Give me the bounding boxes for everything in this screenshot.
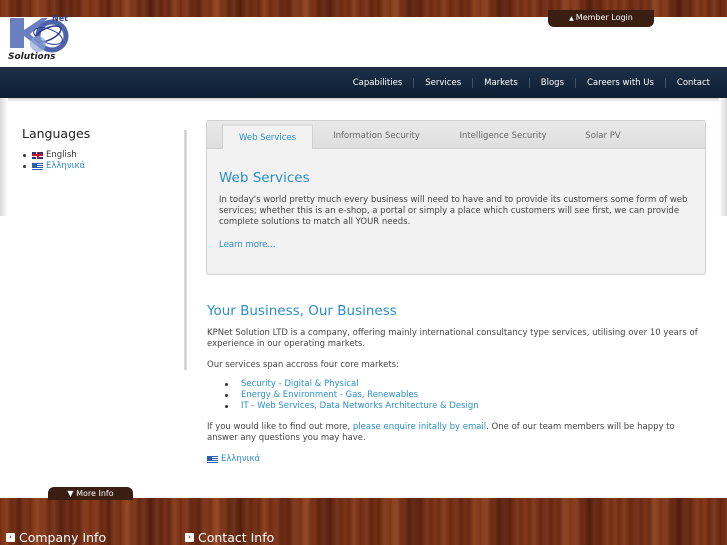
logo[interactable]: Net Solutions [8,14,78,66]
tab-bar: Web Services Information Security Intell… [207,121,705,149]
greek-flag-icon [207,455,218,463]
bullet-icon [225,394,228,397]
learn-more-link[interactable]: Learn more... [219,240,276,250]
logo-net-text: Net [52,14,68,23]
greek-version-link[interactable]: Ελληνικά [207,454,707,464]
nav-contact[interactable]: Contact [664,77,721,88]
market-item-security[interactable]: Security - Digital & Physical [225,379,707,390]
uk-flag-icon [32,151,43,159]
enquire-email-link[interactable]: please enquire initally by email [353,422,486,432]
tab-intelligence-security[interactable]: Intelligence Security [444,124,562,149]
more-info-label: More Info [76,489,114,498]
tab-web-services[interactable]: Web Services [222,124,313,149]
services-tabs: Web Services Information Security Intell… [206,120,706,275]
arrow-right-icon: › [185,533,194,542]
greek-link-label: Ελληνικά [221,454,261,464]
bullet-icon [23,153,26,157]
language-list: English Ελληνικά [22,150,182,171]
market-item-energy[interactable]: Energy & Environment - Gas, Renewables [225,390,707,401]
nav-careers[interactable]: Careers with Us [575,77,665,88]
main-nav: Capabilities Services Markets Blogs Care… [342,67,721,98]
enquire-text: If you would like to find out more, plea… [207,422,707,444]
contact-info-heading[interactable]: › Contact Info [185,530,274,545]
main-content: Your Business, Our Business KPNet Soluti… [207,303,707,464]
tab-solar-pv[interactable]: Solar PV [572,124,634,149]
language-label-greek: Ελληνικά [46,161,86,171]
panel-title: Web Services [219,170,310,186]
bullet-icon [225,383,228,386]
nav-capabilities[interactable]: Capabilities [342,78,414,88]
sidebar-divider [184,130,187,370]
market-item-it[interactable]: IT - Web Services, Data Networks Archite… [225,401,707,412]
contact-info-label: Contact Info [198,530,275,545]
sidebar-title: Languages [22,126,91,141]
language-item-greek[interactable]: Ελληνικά [22,161,182,171]
member-login-button[interactable]: ▲ Member Login [548,10,654,27]
tab-panel: Web Services In today's world pretty muc… [219,170,694,250]
market-label: IT - Web Services, Data Networks Archite… [241,401,479,411]
more-info-button[interactable]: ▼ More Info [48,487,133,500]
content-shadow-right [719,98,727,216]
footer-wood [0,498,727,545]
tab-information-security[interactable]: Information Security [319,124,434,149]
language-item-english[interactable]: English [22,150,182,160]
panel-text: In today's world pretty much every busin… [219,195,688,227]
bullet-icon [225,405,228,408]
navbar: Capabilities Services Markets Blogs Care… [0,67,727,98]
nav-markets[interactable]: Markets [472,77,529,88]
greek-flag-icon [32,162,43,170]
company-info-heading[interactable]: › Company Info [6,530,106,545]
nav-blogs[interactable]: Blogs [528,77,575,88]
markets-intro: Our services span accross four core mark… [207,360,399,370]
arrow-right-icon: › [6,533,15,542]
bullet-icon [23,164,26,168]
language-label-english: English [46,150,77,160]
content-shadow-left [0,98,8,216]
market-label: Security - Digital & Physical [241,379,359,389]
market-label: Energy & Environment - Gas, Renewables [241,390,419,400]
nav-services[interactable]: Services [413,77,472,88]
content-top-shade [0,98,727,102]
page-title: Your Business, Our Business [207,303,397,319]
sidebar: Languages English Ελληνικά [22,126,182,172]
intro-text: KPNet Solution LTD is a company, offerin… [207,328,698,349]
member-login-label: Member Login [575,13,633,22]
company-info-label: Company Info [19,530,107,545]
enquire-before: If you would like to find out more, [207,422,353,432]
caret-down-icon: ▼ [67,489,74,498]
caret-up-icon: ▲ [569,15,574,22]
markets-list: Security - Digital & Physical Energy & E… [225,379,707,412]
logo-solutions-text: Solutions [8,52,56,62]
